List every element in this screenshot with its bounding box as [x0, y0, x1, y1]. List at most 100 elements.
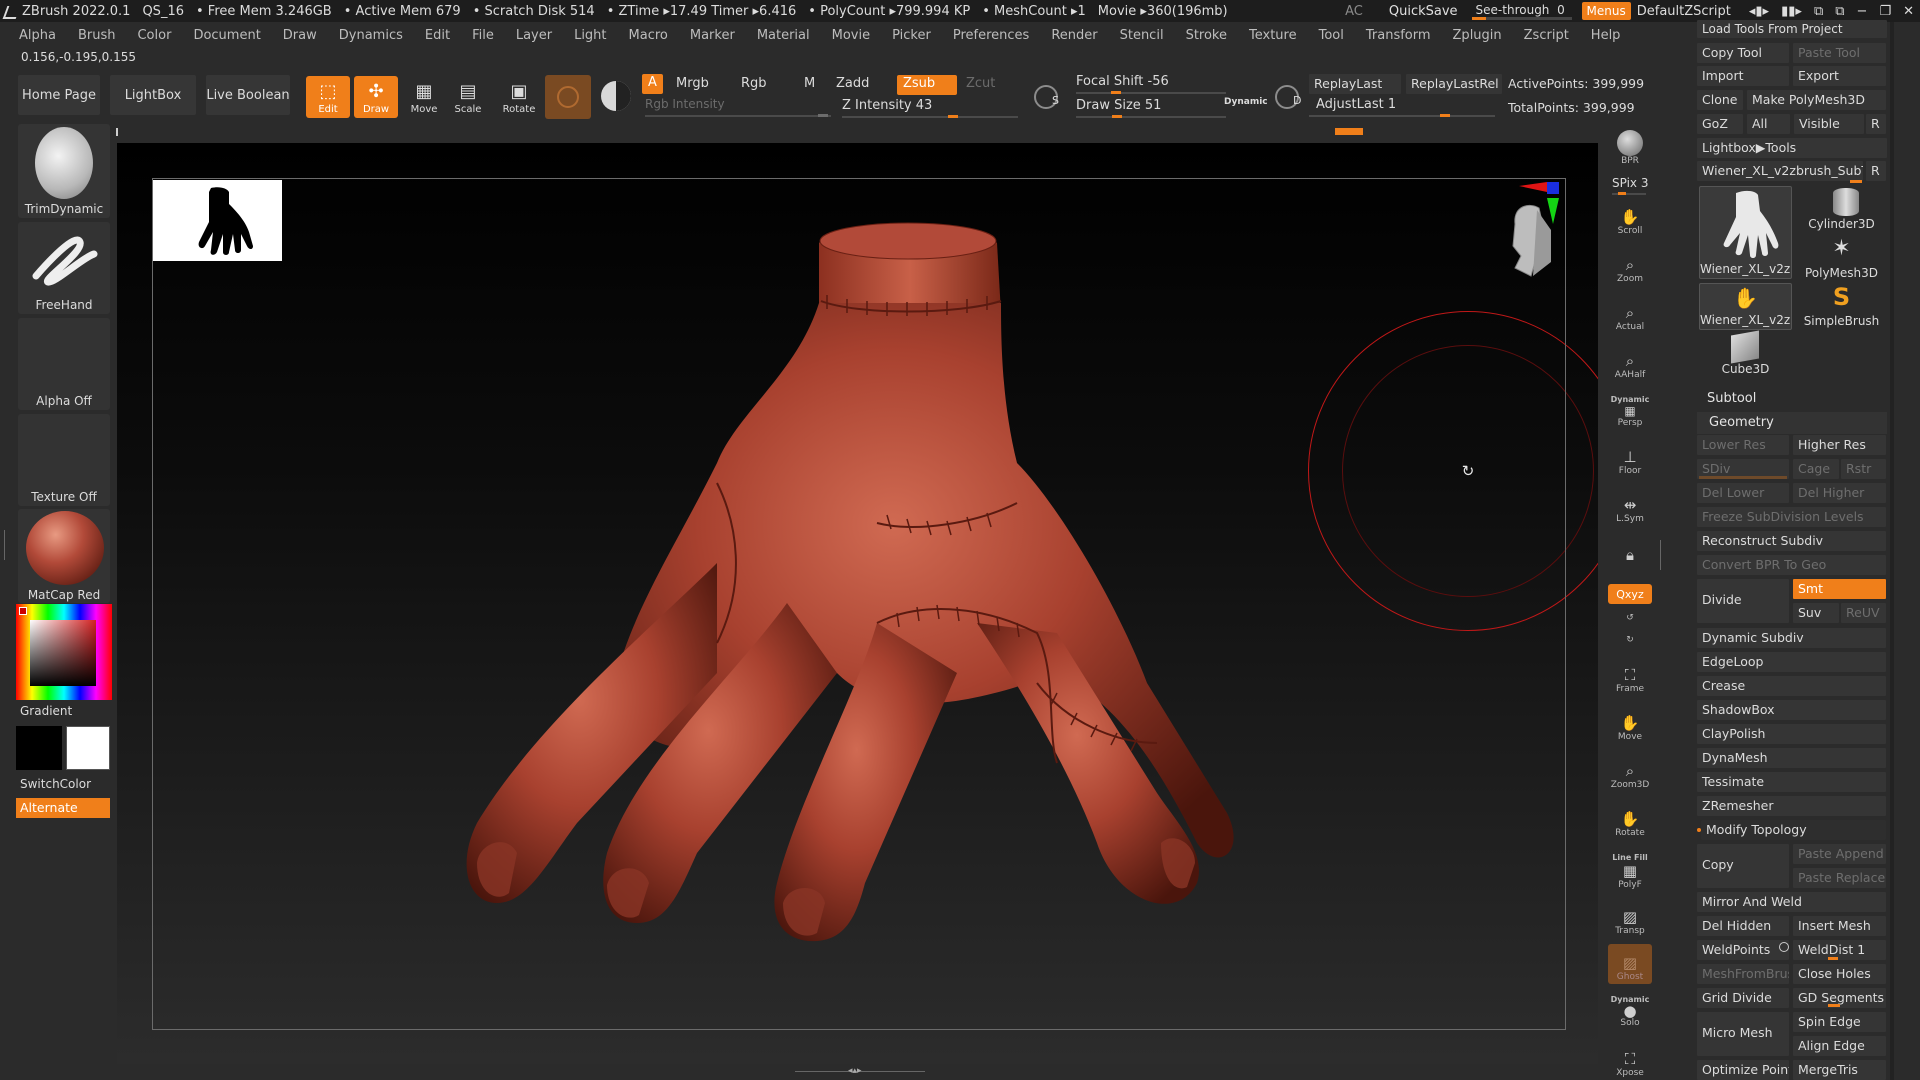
zoom-button[interactable]: ⌕ Zoom: [1608, 246, 1652, 286]
left-tray-handle[interactable]: [4, 530, 8, 560]
alternate-button[interactable]: Alternate: [16, 798, 110, 818]
fill-sphere-icon[interactable]: [601, 81, 631, 111]
move-view-button[interactable]: ✋ Move: [1608, 704, 1652, 744]
zadd-toggle[interactable]: Zadd: [836, 76, 869, 91]
close-holes-button[interactable]: Close Holes: [1793, 964, 1886, 984]
tool-thumb-simplebrush[interactable]: S SimpleBrush: [1795, 283, 1888, 330]
rgb-toggle[interactable]: Rgb: [741, 76, 767, 91]
rstr-button[interactable]: Rstr: [1841, 459, 1886, 479]
top-tray-handle[interactable]: [1335, 128, 1363, 135]
tool-palette-scrollbar[interactable]: [1890, 22, 1894, 1080]
grid-divide-button[interactable]: Grid Divide: [1697, 988, 1789, 1008]
welddist-slider[interactable]: WeldDist 1: [1793, 940, 1886, 960]
menu-stencil[interactable]: Stencil: [1120, 28, 1164, 43]
solo-button[interactable]: Dynamic ● Solo: [1608, 992, 1652, 1030]
del-lower-button[interactable]: Del Lower: [1697, 483, 1789, 503]
scroll-button[interactable]: ✋ Scroll: [1608, 198, 1652, 238]
current-tool-r-button[interactable]: R: [1866, 161, 1886, 181]
menu-edit[interactable]: Edit: [425, 28, 450, 43]
menu-preferences[interactable]: Preferences: [953, 28, 1029, 43]
rotate-view-button[interactable]: ✋ Rotate: [1608, 800, 1652, 840]
close-icon[interactable]: ✕: [1903, 4, 1914, 19]
goz-button[interactable]: GoZ: [1697, 114, 1743, 134]
freeze-subdivision-button[interactable]: Freeze SubDivision Levels: [1697, 507, 1886, 527]
zoom3d-button[interactable]: ⌕ Zoom3D: [1608, 752, 1652, 792]
lightbox-tools-button[interactable]: Lightbox▶Tools: [1697, 138, 1887, 158]
menu-stroke[interactable]: Stroke: [1186, 28, 1227, 43]
copy-tool-button[interactable]: Copy Tool: [1697, 43, 1789, 63]
default-zscript-button[interactable]: DefaultZScript: [1637, 4, 1731, 19]
crease-section[interactable]: Crease: [1697, 676, 1886, 696]
menu-draw[interactable]: Draw: [283, 28, 317, 43]
polyf-button[interactable]: Line Fill ▦ PolyF: [1608, 846, 1652, 892]
replay-last-button[interactable]: ReplayLast: [1309, 74, 1401, 94]
paste-replace-button[interactable]: Paste Replace: [1793, 868, 1886, 888]
current-tool-slider[interactable]: Wiener_XL_v2zbrush_SubToo: [1697, 161, 1863, 181]
focal-shift-slider[interactable]: Focal Shift -56: [1076, 74, 1169, 89]
paste-tool-button[interactable]: Paste Tool: [1793, 43, 1886, 63]
zcut-toggle[interactable]: Zcut: [966, 76, 995, 91]
rgb-intensity-slider[interactable]: Rgb Intensity: [645, 97, 725, 111]
convert-bpr-button[interactable]: Convert BPR To Geo: [1697, 555, 1886, 575]
floor-button[interactable]: ⊥ Floor: [1608, 438, 1652, 478]
menu-brush[interactable]: Brush: [78, 28, 116, 43]
divide-button[interactable]: Divide: [1697, 579, 1789, 623]
bottom-tray-arrows-icon[interactable]: ◂▴▸: [848, 1066, 868, 1076]
paste-append-button[interactable]: Paste Append: [1793, 844, 1886, 864]
menu-file[interactable]: File: [472, 28, 494, 43]
load-tools-button[interactable]: Load Tools From Project: [1697, 20, 1887, 38]
claypolish-section[interactable]: ClayPolish: [1697, 724, 1886, 744]
menu-zplugin[interactable]: Zplugin: [1453, 28, 1502, 43]
menu-movie[interactable]: Movie: [832, 28, 870, 43]
a-mode-toggle[interactable]: A: [642, 74, 663, 94]
higher-res-button[interactable]: Higher Res: [1793, 435, 1886, 455]
menu-picker[interactable]: Picker: [892, 28, 931, 43]
quicksave-button[interactable]: QuickSave: [1389, 4, 1458, 19]
geometry-section-header[interactable]: Geometry: [1709, 415, 1774, 430]
mirror-and-weld-button[interactable]: Mirror And Weld: [1697, 892, 1886, 912]
edit-mode-button[interactable]: ⬚ Edit: [306, 76, 350, 118]
tool-thumb-wiener-hand[interactable]: Wiener_XL_v2zbr: [1699, 186, 1792, 279]
minimize-icon[interactable]: −: [1857, 4, 1868, 19]
rotate-axis-z-icon[interactable]: ↻: [1608, 630, 1652, 650]
zsub-toggle[interactable]: Zsub: [897, 75, 957, 95]
frame-button[interactable]: ⛶ Frame: [1608, 656, 1652, 696]
rotate-axis-y-icon[interactable]: ↺: [1608, 608, 1652, 628]
replay-last-rel-button[interactable]: ReplayLastRel: [1406, 74, 1502, 94]
local-lock-button[interactable]: 🔒︎: [1608, 536, 1652, 566]
menu-transform[interactable]: Transform: [1366, 28, 1431, 43]
meshfrombrush-button[interactable]: MeshFromBrush: [1697, 964, 1789, 984]
home-page-button[interactable]: Home Page: [18, 75, 100, 115]
spix-slider[interactable]: SPix 3: [1612, 176, 1648, 190]
goz-all-button[interactable]: All: [1747, 114, 1790, 134]
weldpoints-option-icon[interactable]: [1779, 942, 1789, 952]
xpose-button[interactable]: ⛶ Xpose: [1608, 1040, 1652, 1080]
tray-arrows-icon[interactable]: ◂▮▸: [1749, 4, 1769, 19]
persp-button[interactable]: Dynamic ▦ Persp: [1608, 390, 1652, 430]
menu-light[interactable]: Light: [574, 28, 606, 43]
goz-r-button[interactable]: R: [1866, 114, 1886, 134]
scale-mode-button[interactable]: ▤ Scale: [446, 76, 490, 118]
menu-document[interactable]: Document: [193, 28, 260, 43]
weldpoints-button[interactable]: WeldPoints: [1697, 940, 1789, 960]
window-layout-icon[interactable]: ⧉: [1835, 4, 1844, 19]
subtool-section-header[interactable]: Subtool: [1707, 391, 1756, 406]
menu-texture[interactable]: Texture: [1249, 28, 1297, 43]
gradient-label[interactable]: Gradient: [20, 704, 72, 718]
menu-zscript[interactable]: Zscript: [1524, 28, 1569, 43]
draw-mode-button[interactable]: ✣ Draw: [354, 76, 398, 118]
import-button[interactable]: Import: [1697, 66, 1789, 86]
zremesher-section[interactable]: ZRemesher: [1697, 796, 1886, 816]
align-edge-button[interactable]: Align Edge: [1793, 1036, 1886, 1056]
make-polymesh3d-button[interactable]: Make PolyMesh3D: [1747, 90, 1886, 110]
goz-visible-button[interactable]: Visible: [1794, 114, 1864, 134]
dynamic-size-toggle[interactable]: Dynamic: [1224, 97, 1268, 107]
z-intensity-slider[interactable]: Z Intensity 43: [842, 98, 932, 113]
insert-mesh-button[interactable]: Insert Mesh: [1793, 916, 1886, 936]
bpr-button[interactable]: BPR: [1608, 128, 1652, 168]
actual-button[interactable]: ⌕ Actual: [1608, 294, 1652, 334]
color-picker[interactable]: [16, 604, 112, 700]
optimize-points-button[interactable]: Optimize Points: [1697, 1060, 1789, 1080]
dynamesh-section[interactable]: DynaMesh: [1697, 748, 1886, 768]
move-mode-button[interactable]: ▦ Move: [402, 76, 446, 118]
